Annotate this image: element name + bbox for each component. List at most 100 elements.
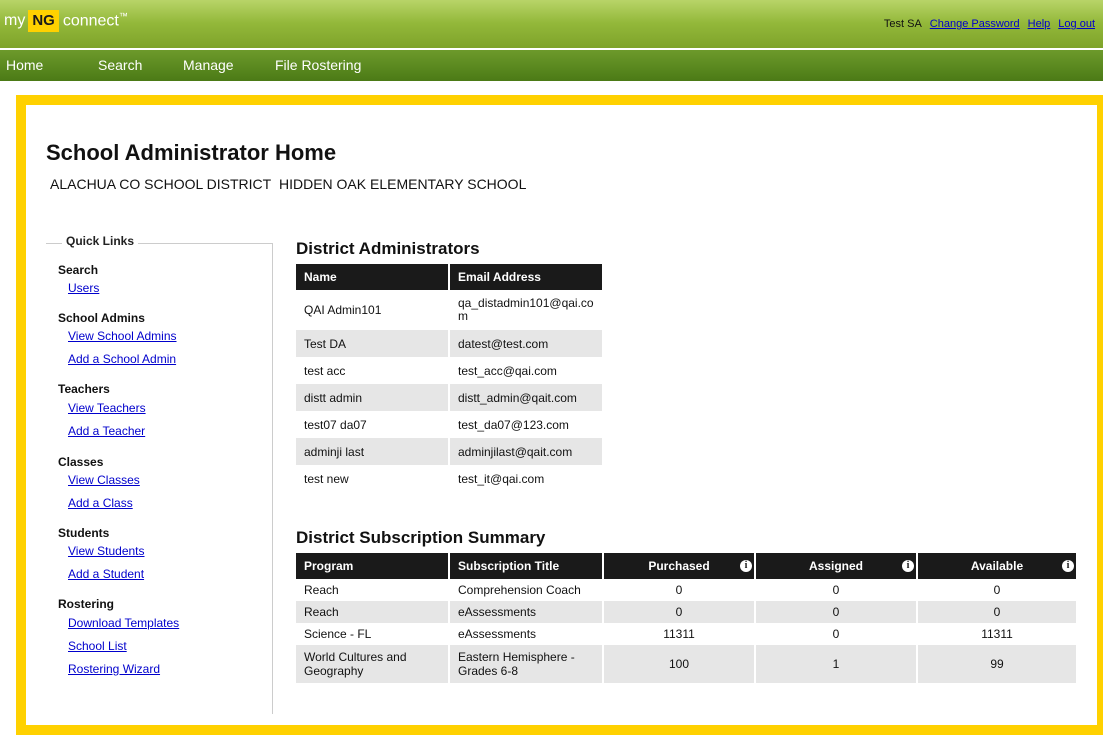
ql-link-view-school-admins[interactable]: View School Admins — [68, 329, 177, 343]
ql-link-add-school-admin[interactable]: Add a School Admin — [68, 352, 176, 366]
ql-heading-school-admins: School Admins — [58, 311, 145, 325]
table-row: World Cultures and Geography Eastern Hem… — [296, 645, 1078, 683]
admin-email: adminjilast@qait.com — [449, 438, 604, 465]
admin-email: test_acc@qai.com — [449, 357, 604, 384]
logo[interactable]: my NG connect™ — [4, 10, 128, 32]
menu-search[interactable]: Search — [98, 57, 142, 73]
col-available-label: Available — [970, 559, 1024, 573]
purchased-cell: 100 — [603, 645, 756, 683]
table-row: Reach eAssessments 0 0 0 — [296, 601, 1078, 623]
user-nav: Test SA Change Password Help Log out — [884, 18, 1103, 30]
quick-links-legend: Quick Links — [62, 234, 139, 248]
subscription-summary-title: District Subscription Summary — [296, 528, 546, 547]
purchased-cell: 0 — [603, 579, 756, 601]
admin-name: adminji last — [296, 438, 450, 465]
available-cell: 0 — [917, 579, 1078, 601]
available-cell: 0 — [917, 601, 1078, 623]
available-cell: 11311 — [917, 623, 1078, 645]
logo-connect: connect™ — [63, 11, 128, 30]
ql-link-view-students[interactable]: View Students — [68, 544, 145, 558]
table-header-row: Program Subscription Title Purchased i As… — [296, 553, 1078, 579]
subscription-title-cell: eAssessments — [449, 623, 604, 645]
ql-link-users[interactable]: Users — [68, 281, 99, 295]
subscription-title-cell: Eastern Hemisphere - Grades 6-8 — [449, 645, 604, 683]
ql-heading-teachers: Teachers — [58, 382, 110, 396]
menu-file-rostering[interactable]: File Rostering — [275, 57, 361, 73]
quick-links-panel: Quick Links Search Users School Admins V… — [46, 234, 273, 714]
subscription-summary-table: Program Subscription Title Purchased i As… — [296, 553, 1078, 683]
admin-email: datest@test.com — [449, 330, 604, 357]
ql-link-view-classes[interactable]: View Classes — [68, 473, 140, 487]
ql-link-add-teacher[interactable]: Add a Teacher — [68, 424, 145, 438]
school-name: HIDDEN OAK ELEMENTARY SCHOOL — [278, 176, 527, 192]
help-link[interactable]: Help — [1028, 18, 1051, 30]
user-name: Test SA — [883, 18, 922, 30]
table-row: QAI Admin101 qa_distadmin101@qai.co m — [296, 290, 604, 330]
program-cell: Reach — [296, 579, 450, 601]
col-subscription-title: Subscription Title — [449, 553, 604, 579]
program-cell: World Cultures and Geography — [296, 645, 450, 683]
assigned-cell: 0 — [755, 623, 918, 645]
info-icon[interactable]: i — [902, 560, 914, 572]
col-program: Program — [296, 553, 450, 579]
ql-link-add-class[interactable]: Add a Class — [68, 496, 133, 510]
table-row: test acc test_acc@qai.com — [296, 357, 604, 384]
menu-manage[interactable]: Manage — [183, 57, 234, 73]
col-purchased: Purchased i — [603, 553, 756, 579]
admin-email: test_da07@123.com — [449, 411, 604, 438]
ql-link-rostering-wizard[interactable]: Rostering Wizard — [68, 662, 160, 676]
ql-link-school-list[interactable]: School List — [68, 639, 127, 653]
table-row: distt admin distt_admin@qait.com — [296, 384, 604, 411]
purchased-cell: 0 — [603, 601, 756, 623]
admin-email: qa_distadmin101@qai.co m — [449, 290, 604, 330]
table-row: test07 da07 test_da07@123.com — [296, 411, 604, 438]
logo-ng: NG — [28, 10, 59, 32]
col-assigned: Assigned i — [755, 553, 918, 579]
logo-connect-text: connect — [62, 12, 119, 30]
subscription-title-cell: eAssessments — [449, 601, 604, 623]
page-title: School Administrator Home — [46, 140, 337, 165]
ql-link-view-teachers[interactable]: View Teachers — [68, 401, 146, 415]
main-menu: Home Search Manage File Rostering — [0, 50, 1103, 81]
table-row: test new test_it@qai.com — [296, 465, 604, 492]
info-icon[interactable]: i — [740, 560, 752, 572]
assigned-cell: 0 — [755, 579, 918, 601]
district-admins-table: Name Email Address QAI Admin101 qa_dista… — [296, 264, 604, 492]
ql-link-download-templates[interactable]: Download Templates — [68, 616, 179, 630]
col-name: Name — [296, 264, 450, 290]
ql-link-add-student[interactable]: Add a Student — [68, 567, 144, 581]
assigned-cell: 1 — [755, 645, 918, 683]
admin-name: QAI Admin101 — [296, 290, 450, 330]
col-purchased-label: Purchased — [648, 559, 710, 573]
admin-email: distt_admin@qait.com — [449, 384, 604, 411]
table-row: Reach Comprehension Coach 0 0 0 — [296, 579, 1078, 601]
district-admins-title: District Administrators — [296, 239, 480, 258]
col-available: Available i — [917, 553, 1078, 579]
admin-name: test07 da07 — [296, 411, 450, 438]
subscription-title-cell: Comprehension Coach — [449, 579, 604, 601]
admin-name: distt admin — [296, 384, 450, 411]
logout-link[interactable]: Log out — [1058, 18, 1095, 30]
admin-email: test_it@qai.com — [449, 465, 604, 492]
col-assigned-label: Assigned — [808, 559, 863, 573]
table-row: Science - FL eAssessments 11311 0 11311 — [296, 623, 1078, 645]
ql-heading-search: Search — [58, 263, 99, 277]
ql-heading-students: Students — [58, 526, 110, 540]
program-cell: Science - FL — [296, 623, 450, 645]
school-info: ALACHUA CO SCHOOL DISTRICT HIDDEN OAK EL… — [50, 176, 526, 192]
available-cell: 99 — [917, 645, 1078, 683]
table-row: Test DA datest@test.com — [296, 330, 604, 357]
assigned-cell: 0 — [755, 601, 918, 623]
menu-home[interactable]: Home — [6, 57, 43, 73]
purchased-cell: 11311 — [603, 623, 756, 645]
info-icon[interactable]: i — [1062, 560, 1074, 572]
logo-my: my — [4, 12, 26, 29]
ql-heading-classes: Classes — [58, 455, 104, 469]
top-bar: my NG connect™ Test SA Change Password H… — [0, 0, 1103, 48]
program-cell: Reach — [296, 601, 450, 623]
table-header-row: Name Email Address — [296, 264, 604, 290]
admin-name: test new — [296, 465, 450, 492]
admin-name: Test DA — [296, 330, 450, 357]
change-password-link[interactable]: Change Password — [930, 18, 1020, 30]
logo-tm: ™ — [118, 11, 128, 22]
